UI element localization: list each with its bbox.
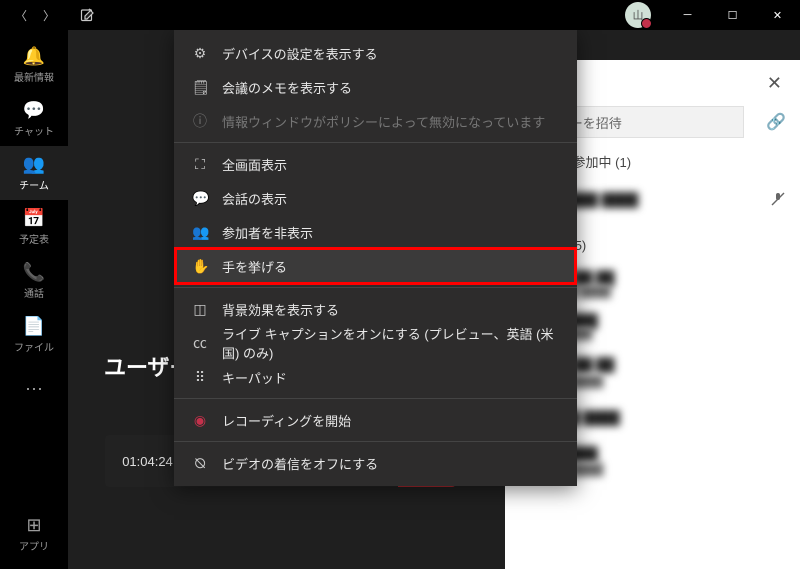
video-off-icon: ⦰ [192, 455, 208, 472]
copy-link-icon[interactable]: 🔗 [766, 112, 786, 132]
sidebar-item-teams[interactable]: 👥チーム [0, 146, 68, 200]
more-icon: ⋯ [25, 379, 43, 400]
apps-icon: ⊞ [26, 515, 41, 536]
sidebar-item-files[interactable]: 📄ファイル [0, 308, 68, 362]
menu-hide-participants[interactable]: 👥参加者を非表示 [174, 215, 577, 249]
menu-conversation[interactable]: 💬会話の表示 [174, 181, 577, 215]
bell-icon: 🔔 [23, 46, 45, 67]
menu-meeting-notes[interactable]: 🗒会議のメモを表示する [174, 70, 577, 104]
calendar-icon: 📅 [23, 208, 45, 229]
sidebar-item-apps[interactable]: ⊞アプリ [0, 507, 68, 561]
menu-device-settings[interactable]: ⚙デバイスの設定を表示する [174, 36, 577, 70]
captions-icon: ㏄ [192, 333, 208, 353]
menu-background[interactable]: ◫背景効果を表示する [174, 292, 577, 326]
menu-incoming-video-off[interactable]: ⦰ビデオの着信をオフにする [174, 446, 577, 480]
close-button[interactable]: ✕ [755, 0, 800, 30]
conversation-icon: 💬 [192, 190, 208, 207]
user-avatar[interactable]: 山 [625, 2, 651, 28]
panel-close-button[interactable]: ✕ [767, 73, 782, 94]
compose-icon[interactable] [80, 7, 96, 23]
fullscreen-icon: ⛶ [192, 156, 208, 173]
main-area: ⚙デバイスの設定を表示する 🗒会議のメモを表示する ⓘ情報ウィンドウがポリシーに… [68, 30, 800, 569]
back-button[interactable]: 〈 [8, 2, 34, 28]
forward-button[interactable]: 〉 [36, 2, 62, 28]
mic-muted-icon [770, 191, 786, 207]
menu-recording[interactable]: ◉レコーディングを開始 [174, 403, 577, 437]
menu-separator [174, 441, 577, 442]
menu-separator [174, 287, 577, 288]
title-bar: 〈 〉 山 ─ ☐ ✕ [0, 0, 800, 30]
menu-raise-hand[interactable]: ✋手を挙げる [174, 249, 577, 283]
notes-icon: 🗒 [192, 79, 208, 96]
more-actions-menu: ⚙デバイスの設定を表示する 🗒会議のメモを表示する ⓘ情報ウィンドウがポリシーに… [174, 30, 577, 486]
gear-icon: ⚙ [192, 45, 208, 62]
menu-fullscreen[interactable]: ⛶全画面表示 [174, 147, 577, 181]
record-icon: ◉ [192, 412, 208, 429]
hand-icon: ✋ [192, 258, 208, 275]
maximize-button[interactable]: ☐ [710, 0, 755, 30]
sidebar-item-chat[interactable]: 💬チャット [0, 92, 68, 146]
menu-captions[interactable]: ㏄ライブ キャプションをオンにする (プレビュー、英語 (米国) のみ) [174, 326, 577, 360]
keypad-icon: ⠿ [192, 369, 208, 386]
participants-icon: 👥 [192, 224, 208, 241]
minimize-button[interactable]: ─ [665, 0, 710, 30]
menu-keypad[interactable]: ⠿キーパッド [174, 360, 577, 394]
background-icon: ◫ [192, 301, 208, 318]
info-icon: ⓘ [192, 111, 208, 131]
sidebar-item-calls[interactable]: 📞通話 [0, 254, 68, 308]
sidebar-ellipsis[interactable]: ⋯ [0, 362, 68, 416]
sidebar-item-calendar[interactable]: 📅予定表 [0, 200, 68, 254]
teams-icon: 👥 [23, 154, 45, 175]
menu-separator [174, 398, 577, 399]
chat-icon: 💬 [23, 100, 45, 121]
sidebar-item-activity[interactable]: 🔔最新情報 [0, 38, 68, 92]
menu-info-disabled: ⓘ情報ウィンドウがポリシーによって無効になっています [174, 104, 577, 138]
menu-separator [174, 142, 577, 143]
file-icon: 📄 [23, 316, 45, 337]
app-sidebar: 🔔最新情報 💬チャット 👥チーム 📅予定表 📞通話 📄ファイル ⋯ ⊞アプリ [0, 30, 68, 569]
phone-icon: 📞 [23, 262, 45, 283]
